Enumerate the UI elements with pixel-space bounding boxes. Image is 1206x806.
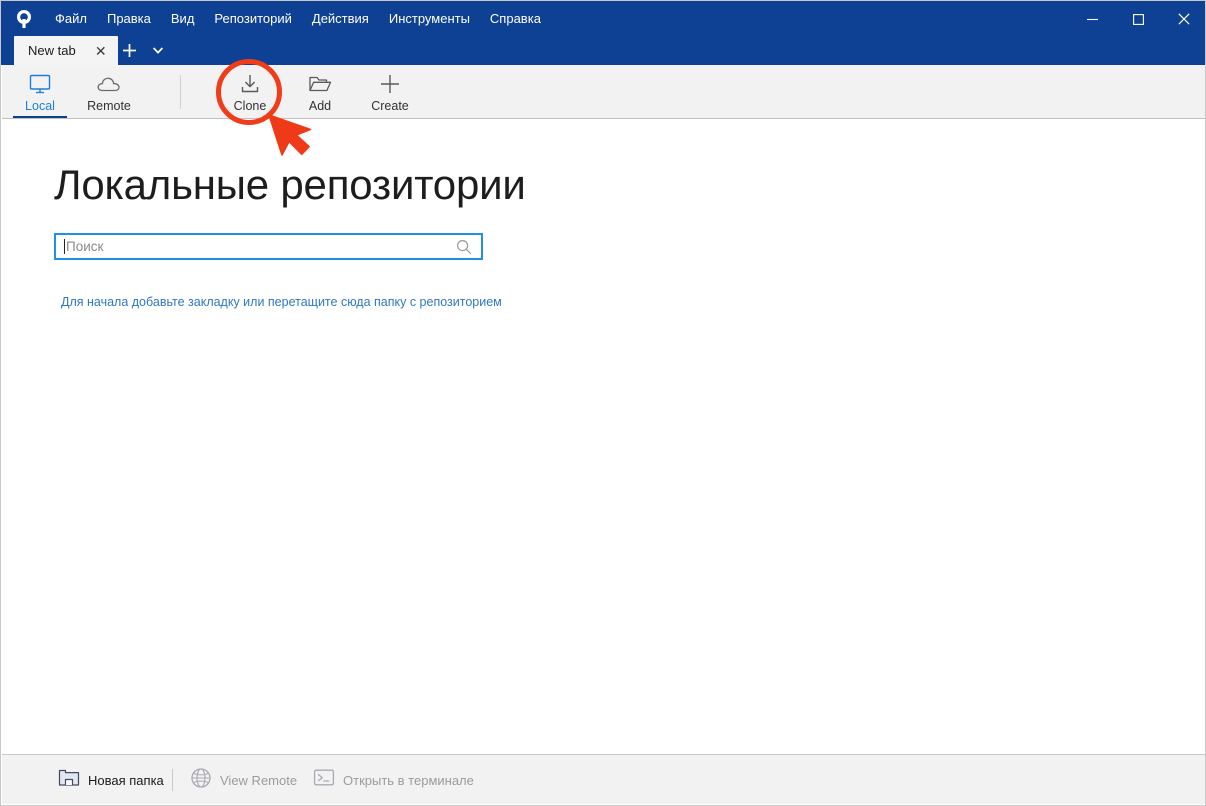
menu-item-view[interactable]: Вид [161,9,205,29]
status-label-open-terminal: Открыть в терминале [343,773,474,788]
menu-bar: Файл Правка Вид Репозиторий Действия Инс… [45,9,551,29]
tab-strip: New tab ✕ [1,33,1206,65]
status-button-open-terminal[interactable]: Открыть в терминале [307,766,480,794]
search-input[interactable]: Поиск [54,233,483,260]
active-tab-underline [13,116,67,118]
toolbar-label-local: Local [25,99,55,114]
terminal-icon [313,768,335,792]
close-button[interactable] [1161,1,1206,37]
monitor-icon [28,73,52,95]
toolbar-button-remote[interactable]: Remote [73,65,145,118]
menu-item-file[interactable]: Файл [45,9,97,29]
tab-label: New tab [28,43,76,58]
globe-icon [190,767,212,794]
toolbar-label-remote: Remote [87,99,131,114]
menu-item-repository[interactable]: Репозиторий [204,9,301,29]
tab-new-tab[interactable]: New tab ✕ [14,36,118,65]
menu-item-help[interactable]: Справка [480,9,551,29]
toolbar-button-clone[interactable]: Clone [214,65,286,118]
minimize-button[interactable] [1069,1,1115,37]
maximize-button[interactable] [1115,1,1161,37]
add-bookmark-hint-link[interactable]: Для начала добавьте закладку или перетащ… [61,295,502,309]
status-button-new-folder[interactable]: Новая папка [52,766,170,794]
menu-item-tools[interactable]: Инструменты [379,9,480,29]
plus-icon [379,73,401,95]
title-bar: Файл Правка Вид Репозиторий Действия Инс… [1,1,1206,65]
toolbar-button-add[interactable]: Add [284,65,356,118]
toolbar-button-local[interactable]: Local [4,65,76,118]
search-icon[interactable] [456,239,472,255]
tab-list-dropdown-icon[interactable] [149,42,167,58]
main-toolbar: Local Remote Clone [2,65,1206,119]
toolbar-button-create[interactable]: Create [354,65,426,118]
close-icon[interactable]: ✕ [92,42,110,60]
window-controls [1069,1,1206,37]
toolbar-label-clone: Clone [234,99,267,114]
toolbar-divider [180,75,181,109]
new-tab-button[interactable] [119,40,139,60]
new-folder-icon [58,768,80,792]
menu-item-actions[interactable]: Действия [302,9,379,29]
menu-item-edit[interactable]: Правка [97,9,161,29]
status-bar: Новая папка View Remote [2,754,1206,804]
page-title: Локальные репозитории [54,160,526,210]
application-window: Файл Правка Вид Репозиторий Действия Инс… [0,0,1206,806]
status-button-view-remote[interactable]: View Remote [184,766,303,794]
cloud-icon [96,73,122,95]
main-content: Локальные репозитории Поиск Для начала д… [2,120,1206,755]
status-divider [172,769,173,791]
search-placeholder: Поиск [66,239,456,254]
folder-open-icon [307,73,333,95]
download-icon [238,73,262,95]
text-caret [64,239,65,254]
app-logo-icon [11,7,37,33]
toolbar-label-add: Add [309,99,331,114]
status-label-new-folder: Новая папка [88,773,164,788]
toolbar-label-create: Create [371,99,409,114]
status-label-view-remote: View Remote [220,773,297,788]
